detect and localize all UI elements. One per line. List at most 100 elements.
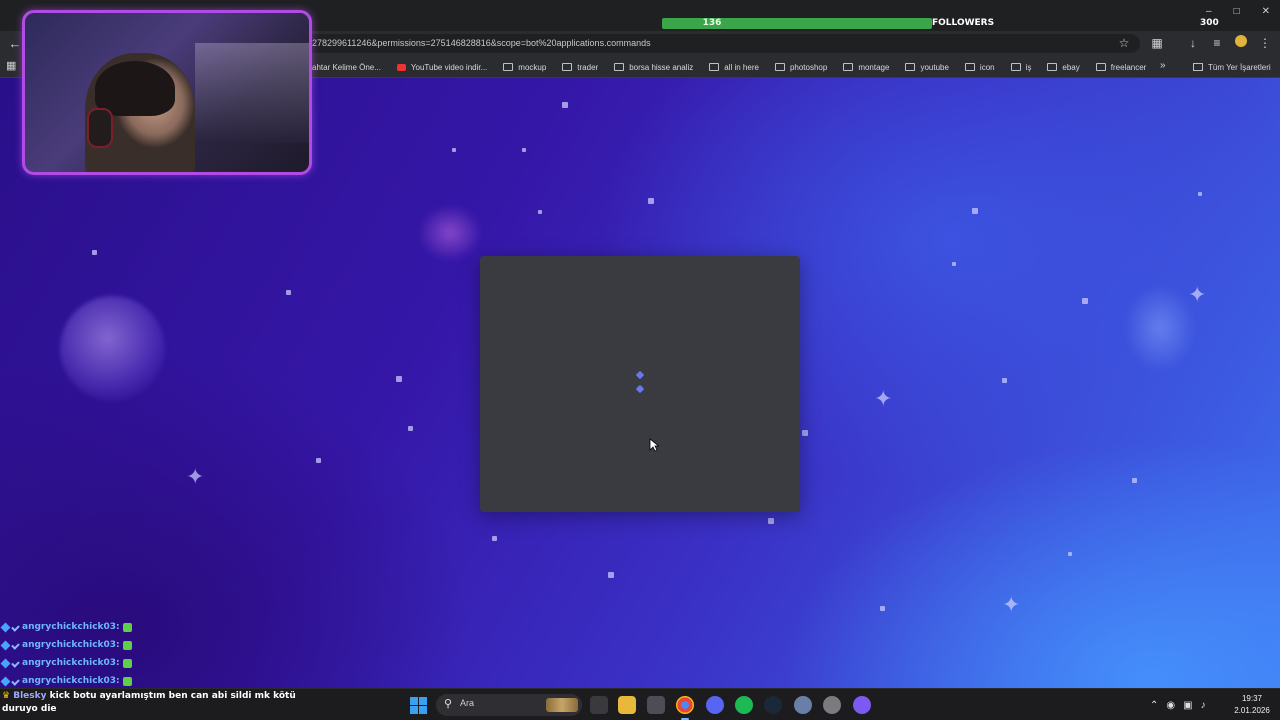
folder-icon — [709, 63, 720, 71]
star-dot — [396, 376, 402, 382]
close-icon[interactable]: ✕ — [1262, 6, 1270, 17]
download-icon[interactable]: ↓ — [1184, 34, 1202, 52]
clock-time: 19:37 — [1241, 694, 1263, 703]
clock[interactable]: 19:37 2.01.2026 — [1232, 693, 1272, 717]
bookmark-label: icon — [979, 62, 995, 72]
bookmark-folder[interactable]: freelancer — [1095, 63, 1146, 72]
followers-label: FOLLOWERS — [932, 18, 995, 28]
bookmark-item[interactable]: ahtar Kelime Öne... — [312, 63, 381, 72]
microphone-icon[interactable]: ◉ — [1166, 700, 1175, 711]
profile-avatar-icon[interactable] — [1232, 34, 1250, 52]
decorative-potion — [410, 178, 490, 268]
windows-start-icon[interactable] — [410, 697, 427, 714]
badge-icon — [0, 676, 11, 686]
bookmark-folder[interactable]: ebay — [1047, 62, 1080, 72]
bookmark-folder[interactable]: montage — [843, 63, 889, 72]
apps-grid-icon[interactable]: ▦ — [6, 59, 20, 73]
minimize-icon[interactable]: – — [1206, 6, 1212, 17]
chat-username: angrychickchick03: — [22, 622, 120, 632]
steam-icon[interactable] — [764, 696, 782, 714]
bookmark-folder[interactable]: mockup — [503, 63, 546, 72]
sparkle-icon: ✦ — [1188, 282, 1207, 307]
bookmark-label: youtube — [920, 62, 949, 72]
search-highlight-image — [546, 698, 578, 712]
bookmark-label: iş — [1025, 62, 1032, 72]
bookmark-label: ebay — [1062, 62, 1080, 72]
star-dot — [538, 210, 542, 214]
folder-icon — [1010, 63, 1021, 71]
chrome-icon[interactable] — [676, 696, 694, 720]
bookmark-folder[interactable]: youtube — [905, 62, 949, 72]
volume-icon[interactable]: ♪ — [1201, 700, 1206, 711]
maximize-icon[interactable]: □ — [1234, 6, 1240, 17]
star-dot — [768, 518, 774, 524]
app-icon[interactable] — [794, 696, 812, 714]
app-icon[interactable] — [823, 696, 841, 714]
app-icon[interactable] — [853, 696, 871, 714]
bookmark-folder[interactable]: all in here — [709, 63, 759, 72]
check-badge-icon — [11, 640, 20, 650]
task-view-icon[interactable] — [590, 696, 608, 714]
star-dot — [1132, 478, 1137, 483]
bookmark-label: borsa hisse analiz — [629, 62, 694, 72]
star-dot — [316, 458, 321, 463]
emote-icon — [122, 658, 132, 668]
followers-goal: 300 — [1200, 18, 1219, 28]
bookmark-list: ahtar Kelime Öne... YouTube video indir.… — [312, 56, 1146, 78]
url-input[interactable]: 278299611246&permissions=275146828816&sc… — [300, 34, 1140, 53]
extensions-icon[interactable]: ▦ — [1148, 34, 1166, 52]
chat-message: angrychickchick03: — [0, 636, 302, 654]
sparkle-icon: ✦ — [186, 464, 205, 489]
star-dot — [1002, 378, 1007, 383]
menu-dots-icon[interactable]: ⋮ — [1256, 34, 1274, 52]
bookmark-folder[interactable]: trader — [562, 63, 598, 72]
search-icon: ⚲ — [444, 698, 453, 710]
check-badge-icon — [11, 676, 20, 686]
bookmark-label: photoshop — [789, 62, 828, 72]
more-bookmarks-chevron-icon[interactable]: » — [1160, 60, 1166, 71]
bookmark-star-icon[interactable]: ☆ — [1116, 35, 1132, 51]
screen: 136 FOLLOWERS 300 – □ ✕ ← 278299611246&p… — [0, 0, 1280, 720]
folder-icon — [562, 63, 573, 71]
badge-icon — [0, 658, 11, 668]
folder-icon — [503, 63, 514, 71]
bookmark-folder[interactable]: icon — [964, 62, 995, 72]
emote-icon — [122, 676, 132, 686]
chat-username: angrychickchick03: — [22, 658, 120, 668]
star-dot — [1082, 298, 1088, 304]
star-dot — [1198, 192, 1202, 196]
star-dot — [92, 250, 97, 255]
star-dot — [608, 572, 614, 578]
star-dot — [492, 536, 497, 541]
youtube-icon — [396, 63, 406, 71]
star-dot — [972, 208, 978, 214]
file-explorer-icon[interactable] — [618, 696, 636, 714]
search-placeholder: Ara — [460, 698, 475, 708]
sparkle-icon: ✦ — [1002, 592, 1021, 617]
bookmark-label: montage — [858, 62, 890, 72]
store-icon[interactable] — [647, 696, 665, 714]
all-bookmarks-button[interactable]: Tüm Yer İşaretleri — [1193, 56, 1271, 78]
media-control-icon[interactable]: ≡ — [1208, 34, 1226, 52]
check-badge-icon — [11, 622, 20, 632]
star-dot — [452, 148, 456, 152]
taskbar-search[interactable]: ⚲ Ara — [436, 694, 582, 716]
chat-message: angrychickchick03: — [0, 654, 302, 672]
chat-username: angrychickchick03: — [22, 640, 120, 650]
bookmark-folder[interactable]: photoshop — [774, 62, 828, 72]
streamer-hair — [95, 61, 175, 116]
headset-icon — [87, 108, 113, 148]
bookmark-folder[interactable]: iş — [1010, 62, 1032, 72]
discord-icon[interactable] — [706, 696, 724, 714]
bookmark-item[interactable]: YouTube video indir... — [396, 63, 487, 72]
spotify-icon[interactable] — [735, 696, 753, 714]
sparkle-icon: ✦ — [874, 386, 893, 411]
tray-chevron-icon[interactable]: ⌃ — [1150, 700, 1158, 711]
bookmark-folder[interactable]: borsa hisse analiz — [614, 63, 693, 72]
all-bookmarks-label: Tüm Yer İşaretleri — [1208, 62, 1271, 72]
star-dot — [648, 198, 654, 204]
display-icon[interactable]: ▣ — [1183, 700, 1192, 711]
bookmark-label: all in here — [724, 62, 759, 72]
window-controls: – □ ✕ — [1206, 6, 1270, 17]
chat-username-partial: Blesky — [13, 691, 47, 701]
